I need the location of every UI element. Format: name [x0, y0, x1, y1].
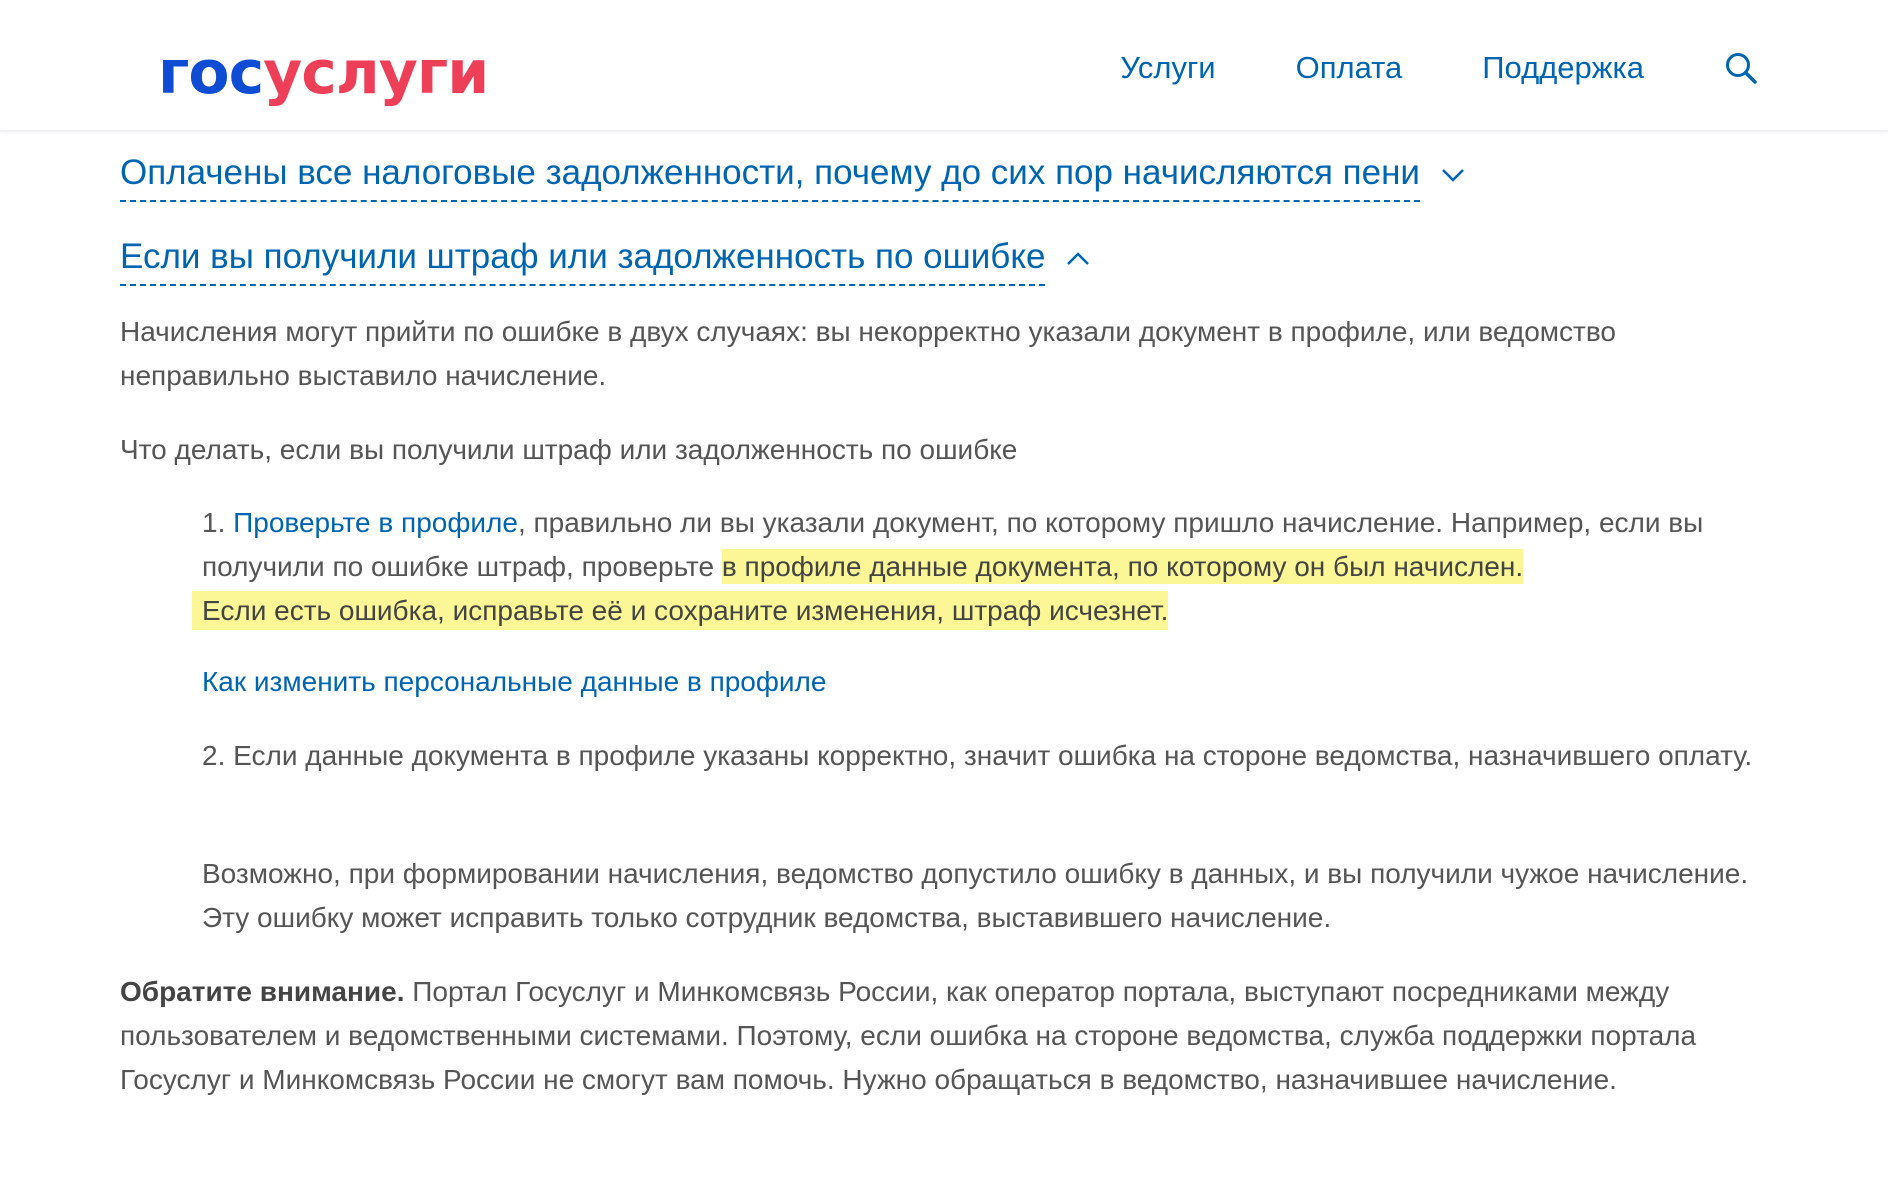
possible-error-paragraph: Возможно, при формировании начисления, в… — [202, 858, 1749, 933]
note-paragraph: Обратите внимание. Портал Госуслуг и Мин… — [120, 970, 1760, 1102]
logo-part-uslugi: услуги — [263, 38, 489, 108]
step-1-number: 1. — [202, 507, 234, 538]
note-label: Обратите внимание. — [120, 976, 405, 1007]
search-icon[interactable] — [1724, 51, 1758, 85]
change-personal-data-link[interactable]: Как изменить персональные данные в профи… — [202, 666, 826, 697]
what-to-do-paragraph: Что делать, если вы получили штраф или з… — [120, 434, 1018, 465]
chevron-up-icon — [1067, 252, 1090, 265]
logo-part-gos: гос — [158, 38, 264, 108]
step-2-paragraph: 2. Если данные документа в профиле указа… — [202, 740, 1753, 771]
accordion-title: Оплачены все налоговые задолженности, по… — [120, 148, 1420, 202]
nav-link-services[interactable]: Услуги — [1120, 48, 1215, 88]
main-nav: Услуги Оплата Поддержка — [1120, 48, 1758, 88]
site-header: госуслуги Услуги Оплата Поддержка — [0, 0, 1888, 132]
check-profile-link[interactable]: Проверьте в профиле — [233, 507, 518, 538]
nav-link-payment[interactable]: Оплата — [1296, 48, 1403, 88]
accordion-title: Если вы получили штраф или задолженность… — [120, 232, 1046, 286]
gosuslugi-logo[interactable]: госуслуги — [158, 36, 489, 110]
accordion-item-penalties[interactable]: Оплачены все налоговые задолженности, по… — [120, 148, 1466, 202]
nav-link-support[interactable]: Поддержка — [1482, 48, 1644, 88]
accordion-item-wrong-fine[interactable]: Если вы получили штраф или задолженность… — [120, 232, 1091, 286]
intro-paragraph: Начисления могут прийти по ошибке в двух… — [120, 316, 1617, 391]
highlighted-text: Если есть ошибка, исправьте её и сохрани… — [192, 591, 1169, 630]
step-1-paragraph: 1. Проверьте в профиле, правильно ли вы … — [192, 501, 1762, 633]
highlighted-text: в профиле данные документа, по которому … — [721, 549, 1524, 584]
change-data-link-row: Как изменить персональные данные в профи… — [202, 660, 1762, 704]
chevron-down-icon — [1442, 169, 1464, 182]
